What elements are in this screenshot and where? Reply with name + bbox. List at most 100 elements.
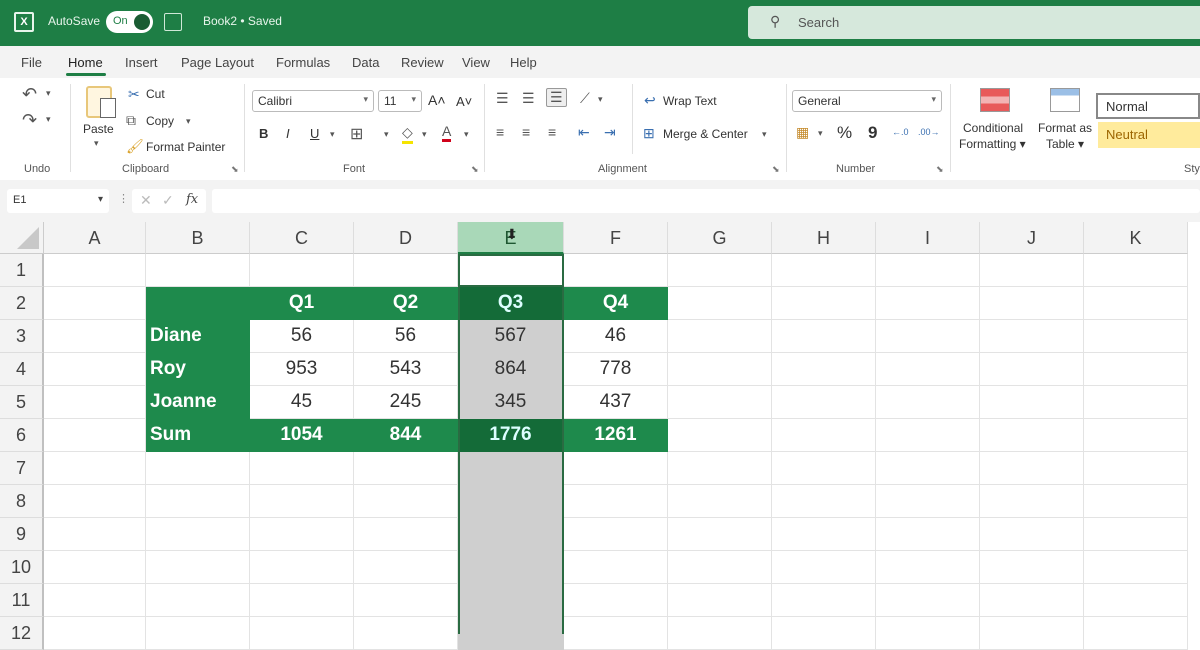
column-header-d[interactable]: D [354,222,458,254]
cell-F6[interactable]: 1261 [564,419,668,452]
cell-A2[interactable] [44,287,146,320]
merge-center-button[interactable]: Merge & Center [663,127,748,141]
cell-F11[interactable] [564,584,668,617]
cell-A12[interactable] [44,617,146,650]
cell-J12[interactable] [980,617,1084,650]
cell-A4[interactable] [44,353,146,386]
cell-D11[interactable] [354,584,458,617]
save-icon[interactable] [164,13,182,31]
align-center-icon[interactable]: ≡ [522,124,530,140]
cell-G12[interactable] [668,617,772,650]
cancel-icon[interactable]: ✕ [140,192,152,209]
column-header-h[interactable]: H [772,222,876,254]
cell-I5[interactable] [876,386,980,419]
cell-F5[interactable]: 437 [564,386,668,419]
font-launcher-icon[interactable]: ⬊ [471,164,479,175]
cell-G2[interactable] [668,287,772,320]
row-header-4[interactable]: 4 [0,353,44,386]
align-right-icon[interactable]: ≡ [548,124,556,140]
cell-D4[interactable]: 543 [354,353,458,386]
cell-D2[interactable]: Q2 [354,287,458,320]
cell-C7[interactable] [250,452,354,485]
cell-A7[interactable] [44,452,146,485]
cell-E8[interactable] [458,485,564,518]
tab-help[interactable]: Help [510,55,537,70]
column-header-a[interactable]: A [44,222,146,254]
cell-H6[interactable] [772,419,876,452]
cell-E5[interactable]: 345 [458,386,564,419]
redo-icon[interactable]: ↷ [22,110,37,131]
cell-I3[interactable] [876,320,980,353]
cell-G3[interactable] [668,320,772,353]
cell-G7[interactable] [668,452,772,485]
cell-C6[interactable]: 1054 [250,419,354,452]
orientation-icon[interactable]: ⟋ [580,90,590,107]
paste-caret[interactable]: ▾ [94,138,99,149]
row-header-7[interactable]: 7 [0,452,44,485]
cell-G6[interactable] [668,419,772,452]
insert-function-icon[interactable]: fx [186,192,198,207]
cell-G10[interactable] [668,551,772,584]
format-as-table-button[interactable]: Format as [1038,121,1092,135]
row-header-1[interactable]: 1 [0,254,44,287]
row-header-6[interactable]: 6 [0,419,44,452]
cell-B8[interactable] [146,485,250,518]
increase-indent-icon[interactable]: ⇥ [604,124,616,141]
accounting-format-icon[interactable]: ▦ [796,124,809,141]
tab-formulas[interactable]: Formulas [276,55,330,70]
cell-A10[interactable] [44,551,146,584]
cell-B11[interactable] [146,584,250,617]
cell-A8[interactable] [44,485,146,518]
row-header-8[interactable]: 8 [0,485,44,518]
cell-J6[interactable] [980,419,1084,452]
cell-B9[interactable] [146,518,250,551]
cell-D3[interactable]: 56 [354,320,458,353]
active-cell-e1[interactable] [458,254,564,287]
column-header-g[interactable]: G [668,222,772,254]
number-format-select[interactable]: General ▾ [792,90,942,112]
cell-J2[interactable] [980,287,1084,320]
decrease-indent-icon[interactable]: ⇤ [578,124,590,141]
cell-G8[interactable] [668,485,772,518]
wrap-text-button[interactable]: Wrap Text [663,94,717,108]
undo-icon[interactable]: ↶ [22,84,37,105]
copy-caret[interactable]: ▾ [186,116,191,127]
clipboard-launcher-icon[interactable]: ⬊ [231,164,239,175]
cell-D9[interactable] [354,518,458,551]
cell-F3[interactable]: 46 [564,320,668,353]
cut-button[interactable]: Cut [146,87,165,101]
cell-I7[interactable] [876,452,980,485]
copy-button[interactable]: Copy [146,114,174,128]
cell-J10[interactable] [980,551,1084,584]
orientation-caret[interactable]: ▾ [598,94,603,105]
cell-D8[interactable] [354,485,458,518]
decrease-decimal-button[interactable]: .00→ [918,127,940,137]
name-box[interactable]: E1 ▾ [7,189,109,213]
cell-C12[interactable] [250,617,354,650]
align-left-icon[interactable]: ≡ [496,124,504,140]
drag-handle-icon[interactable]: ⋮ [118,192,129,205]
cell-K11[interactable] [1084,584,1188,617]
cell-F1[interactable] [564,254,668,287]
cell-C2[interactable]: Q1 [250,287,354,320]
alignment-launcher-icon[interactable]: ⬊ [772,164,780,175]
cell-J4[interactable] [980,353,1084,386]
cell-H1[interactable] [772,254,876,287]
cell-G4[interactable] [668,353,772,386]
paste-button[interactable]: Paste [83,122,114,136]
percent-style-button[interactable]: % [837,123,852,143]
cell-B6[interactable]: Sum [146,419,250,452]
cell-J5[interactable] [980,386,1084,419]
row-header-9[interactable]: 9 [0,518,44,551]
format-painter-button[interactable]: Format Painter [146,140,225,154]
cell-G5[interactable] [668,386,772,419]
borders-icon[interactable]: ⊞ [350,124,363,144]
fill-color-icon[interactable]: ◇ [402,124,413,144]
formula-input[interactable] [212,189,1200,213]
format-as-table-button-line2[interactable]: Table ▾ [1046,137,1084,151]
cell-A6[interactable] [44,419,146,452]
bold-button[interactable]: B [259,126,268,141]
font-color-icon[interactable]: A [442,123,452,142]
cell-D1[interactable] [354,254,458,287]
underline-caret[interactable]: ▾ [330,129,335,140]
